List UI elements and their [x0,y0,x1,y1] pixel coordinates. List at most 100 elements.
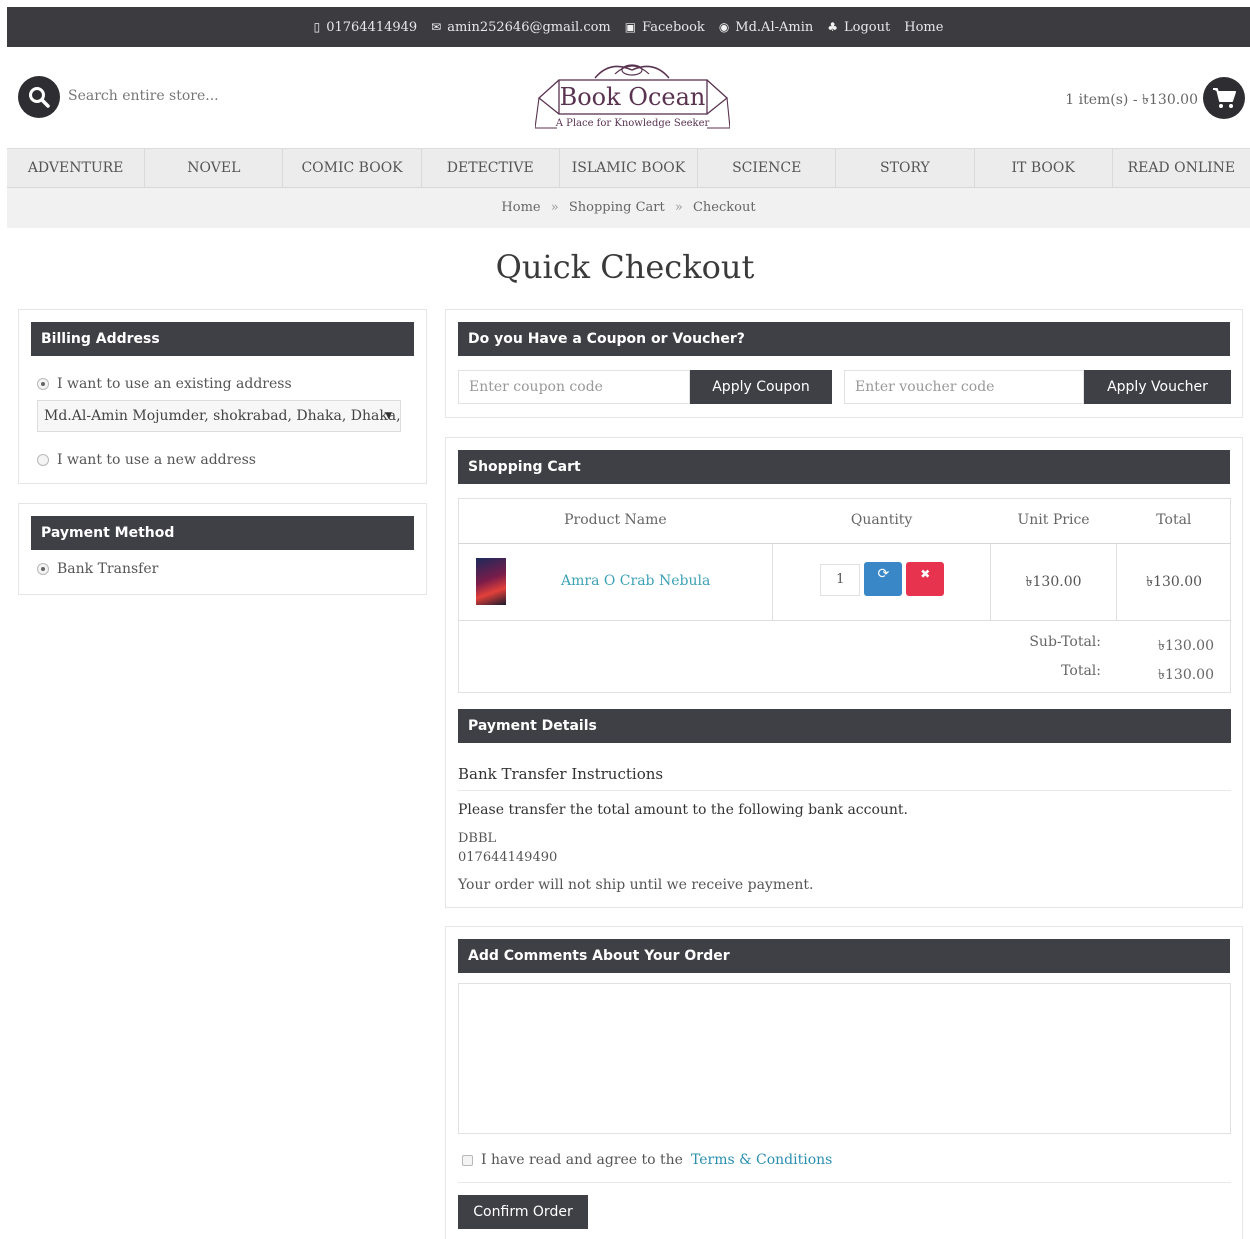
existing-address-radio[interactable] [37,378,49,390]
existing-address-option[interactable]: I want to use an existing address [37,376,292,392]
breadcrumb-checkout[interactable]: Checkout [693,200,756,215]
search-input[interactable]: Search entire store... [68,88,219,104]
top-bar: ▯ 01764414949 ✉ amin252646@gmail.com ▣ F… [7,7,1250,47]
phone-contact: ▯ 01764414949 [314,20,418,35]
total-header: Total [1116,498,1231,544]
update-quantity-button[interactable]: ⟳ [864,561,903,596]
coupon-panel: Do you Have a Coupon or Voucher? Enter c… [445,309,1243,418]
user-plus-icon: ♣ [827,20,839,34]
nav-item-detective-story[interactable]: DETECTIVE STORY [422,149,560,214]
cart-table: Product Name Quantity Unit Price Total A… [458,498,1231,621]
bank-transfer-radio[interactable] [37,563,49,575]
page-title: Quick Checkout [495,248,755,286]
product-cell: Amra O Crab Nebula [458,543,774,620]
quantity-cell: 1 ⟳ ✖ [772,543,991,620]
nav-item-science-fiction[interactable]: SCIENCE FICTION [698,149,837,214]
subtotal-label: Sub-Total: [1029,634,1101,650]
subtotal-value: ৳130.00 [1158,638,1214,654]
nav-item-read-online[interactable]: READ ONLINE [1113,149,1250,187]
product-name-link[interactable]: Amra O Crab Nebula [561,573,710,589]
new-address-option[interactable]: I want to use a new address [37,452,256,468]
bank-name: DBBL [458,831,497,846]
store-logo[interactable]: Book Ocean A Place for Knowledge Seeker [535,58,730,134]
product-name-header: Product Name [458,498,773,544]
nav-item-it-book[interactable]: IT BOOK [975,149,1113,187]
bank-account-number: 017644149490 [458,850,558,865]
nav-item-adventure[interactable]: ADVENTURE [7,149,146,187]
remove-item-button[interactable]: ✖ [906,561,945,596]
comments-panel: Add Comments About Your Order I have rea… [445,926,1243,1239]
breadcrumb-separator: » [674,200,683,215]
logo-subtitle: A Place for Knowledge Seeker [555,118,710,129]
phone-number: 01764414949 [326,19,418,35]
terms-link[interactable]: Terms & Conditions [691,1152,832,1168]
cart-button[interactable] [1203,77,1245,119]
caret-down-icon: ▼ [385,411,392,421]
user-circle-icon: ◉ [718,20,730,34]
comments-heading: Add Comments About Your Order [458,939,1230,973]
email-address[interactable]: amin252646@gmail.com [447,20,611,35]
existing-address-label: I want to use an existing address [57,376,292,392]
category-nav: ADVENTURE NOVEL COMIC BOOK DETECTIVE STO… [7,148,1250,214]
facebook-link[interactable]: ▣ Facebook [625,20,705,35]
confirm-order-button[interactable]: Confirm Order [458,1195,588,1229]
billing-address-heading: Billing Address [31,322,414,356]
payment-method-heading: Payment Method [31,516,414,550]
table-row: Amra O Crab Nebula 1 ⟳ ✖ ৳130.00 ৳130.00 [458,543,1231,620]
home-link[interactable]: Home [904,20,943,35]
search-icon [29,87,50,108]
nav-item-story[interactable]: STORY [836,149,975,187]
terms-text: I have read and agree to the [481,1152,683,1168]
divider [458,1182,1231,1183]
breadcrumb: Home » Shopping Cart » Checkout [7,188,1250,228]
account-link[interactable]: ◉ Md.Al-Amin [719,20,813,35]
voucher-input[interactable]: Enter voucher code [844,370,1084,404]
terms-agreement: I have read and agree to the Terms & Con… [462,1152,832,1168]
payment-details-heading: Payment Details [458,709,1231,743]
nav-item-comic-book[interactable]: COMIC BOOK [283,149,422,187]
quantity-header: Quantity [772,498,991,544]
shopping-cart-panel: Shopping Cart Product Name Quantity Unit… [445,437,1243,908]
bank-transfer-label: Bank Transfer [57,561,159,577]
coupon-heading: Do you Have a Coupon or Voucher? [458,322,1230,356]
breadcrumb-home[interactable]: Home [501,200,540,215]
quantity-input[interactable]: 1 [820,563,861,596]
remove-icon: ✖ [920,566,931,581]
new-address-radio[interactable] [37,454,49,466]
payment-method-panel: Payment Method Bank Transfer [18,503,427,595]
logout-link[interactable]: ♣ Logout [827,20,890,35]
cart-table-header: Product Name Quantity Unit Price Total [458,498,1231,544]
shopping-cart-heading: Shopping Cart [458,450,1230,484]
apply-voucher-button[interactable]: Apply Voucher [1084,370,1231,404]
bank-transfer-option[interactable]: Bank Transfer [37,561,158,577]
address-select[interactable]: Md.Al-Amin Mojumder, shokrabad, Dhaka, D… [37,400,401,432]
breadcrumb-separator: » [550,200,559,215]
unit-price-cell: ৳130.00 [990,543,1118,620]
apply-coupon-button[interactable]: Apply Coupon [690,370,832,404]
breadcrumb-cart[interactable]: Shopping Cart [569,200,665,215]
phone-icon: ▯ [313,20,321,34]
divider [458,790,1231,791]
email-contact[interactable]: ✉ amin252646@gmail.com [431,20,611,35]
logo-title: Book Ocean [559,83,706,111]
coupon-input[interactable]: Enter coupon code [458,370,690,404]
product-thumbnail[interactable] [476,557,506,605]
nav-item-novel[interactable]: NOVEL [145,149,284,187]
transfer-instruction: Please transfer the total amount to the … [458,802,909,818]
envelope-icon: ✉ [431,20,442,34]
nav-item-islamic-book[interactable]: ISLAMIC BOOK [560,149,699,187]
comment-textarea[interactable] [458,983,1231,1134]
account-name[interactable]: Md.Al-Amin [735,20,813,35]
home-label[interactable]: Home [904,20,943,35]
cart-summary[interactable]: 1 item(s) - ৳130.00 [1065,88,1198,112]
total-cell: ৳130.00 [1146,573,1203,590]
bank-transfer-heading: Bank Transfer Instructions [458,765,664,783]
logout-label[interactable]: Logout [844,20,890,35]
shopping-cart-icon [1213,88,1236,108]
search-button[interactable] [18,76,60,118]
facebook-label[interactable]: Facebook [642,20,705,35]
refresh-icon: ⟳ [877,565,890,582]
new-address-label: I want to use a new address [57,452,256,468]
terms-checkbox[interactable] [462,1154,473,1166]
shipping-note: Your order will not ship until we receiv… [458,877,814,893]
